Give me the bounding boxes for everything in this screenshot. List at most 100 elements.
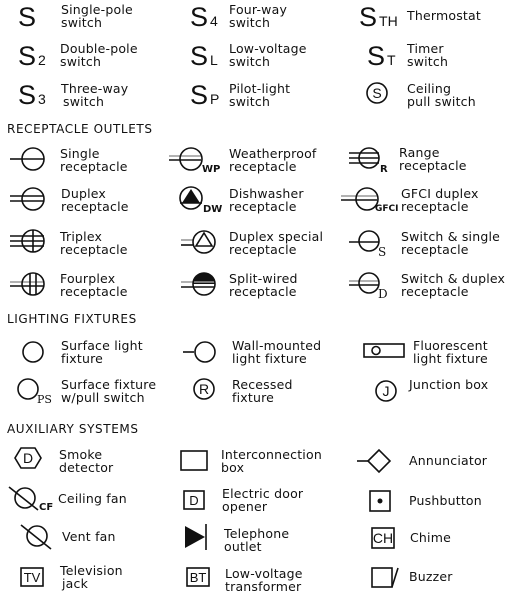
label-line-1: Annunciator bbox=[409, 453, 488, 468]
label-line-2: light fixture bbox=[413, 351, 488, 366]
switch-duplex-receptacle-label: Switch & duplex receptacle bbox=[401, 272, 505, 298]
low-voltage-switch-label: Low-voltage switch bbox=[229, 42, 307, 68]
ceiling-fan-icon: CF bbox=[8, 486, 53, 513]
low-voltage-transformer-icon: BT bbox=[186, 567, 210, 587]
label-line-2: w/pull switch bbox=[61, 390, 145, 405]
dishwasher-receptacle-label: Dishwasher receptacle bbox=[229, 187, 304, 213]
switch-subscript: T bbox=[387, 52, 396, 68]
label-line-2: receptacle bbox=[60, 284, 128, 299]
fixture-subscript: PS bbox=[37, 393, 52, 406]
label-line-2: outlet bbox=[224, 539, 262, 554]
duplex-receptacle-label: Duplex receptacle bbox=[61, 187, 129, 213]
circled-letter: J bbox=[383, 383, 390, 399]
label-line-2: light fixture bbox=[232, 351, 307, 366]
dishwasher-receptacle-icon: DW bbox=[179, 186, 222, 215]
three-way-switch-label: Three-way switch bbox=[61, 82, 128, 108]
chime-icon: CH bbox=[371, 527, 395, 549]
ceiling-pull-switch-icon: S bbox=[366, 82, 388, 104]
four-way-switch-symbol: S4 bbox=[190, 4, 218, 31]
label-line-1: Chime bbox=[410, 530, 451, 545]
label-line-2: switch bbox=[229, 94, 271, 109]
single-pole-switch-label: Single-pole switch bbox=[61, 3, 133, 29]
smoke-detector-icon: D bbox=[14, 447, 42, 469]
label-line-2: box bbox=[221, 460, 245, 475]
weatherproof-receptacle-icon: WP bbox=[169, 147, 220, 175]
label-line-2: transformer bbox=[225, 579, 302, 594]
triplex-receptacle-label: Triplex receptacle bbox=[60, 230, 128, 256]
low-voltage-switch-symbol: SL bbox=[190, 43, 218, 70]
thermostat-label: Thermostat bbox=[407, 9, 481, 22]
surface-fixture-pull-switch-label: Surface fixture w/pull switch bbox=[61, 378, 156, 404]
chime-label: Chime bbox=[410, 531, 451, 544]
box-letter: D bbox=[23, 450, 33, 466]
split-wired-receptacle-icon bbox=[181, 272, 216, 296]
label-line-2: receptacle bbox=[401, 199, 469, 214]
split-wired-receptacle-label: Split-wired receptacle bbox=[229, 272, 298, 298]
double-pole-switch-label: Double-pole switch bbox=[60, 42, 138, 68]
vent-fan-icon bbox=[20, 524, 52, 550]
label-line-1: Vent fan bbox=[62, 529, 116, 544]
duplex-special-receptacle-icon bbox=[181, 230, 216, 254]
surface-fixture-pull-switch-icon: PS bbox=[17, 378, 52, 406]
label-line-2: switch bbox=[407, 54, 449, 69]
double-pole-switch-symbol: S2 bbox=[18, 43, 46, 70]
gfci-duplex-receptacle-label: GFCI duplex receptacle bbox=[401, 187, 479, 213]
label-line-2: fixture bbox=[61, 351, 104, 366]
label-line-2: pull switch bbox=[407, 94, 476, 109]
switch-letter: S bbox=[367, 41, 386, 71]
label-line-2: receptacle bbox=[229, 199, 297, 214]
pushbutton-icon bbox=[369, 490, 391, 512]
label-line-2: jack bbox=[62, 576, 89, 591]
label-line-1: Ceiling fan bbox=[58, 491, 127, 506]
recessed-fixture-icon: R bbox=[193, 378, 215, 400]
label-line-2: switch bbox=[229, 15, 271, 30]
auxiliary-systems-heading: AUXILIARY SYSTEMS bbox=[7, 422, 139, 436]
triplex-receptacle-icon bbox=[10, 229, 45, 253]
label-line-2: receptacle bbox=[60, 242, 128, 257]
switch-letter: S bbox=[18, 80, 37, 110]
junction-box-icon: J bbox=[375, 380, 397, 402]
fan-subscript: CF bbox=[39, 502, 53, 513]
label-line-2: opener bbox=[222, 499, 268, 514]
label-line-2: detector bbox=[59, 460, 114, 475]
telephone-outlet-icon bbox=[185, 524, 207, 550]
single-pole-switch-symbol: S bbox=[18, 4, 36, 31]
lighting-fixtures-heading: LIGHTING FIXTURES bbox=[7, 312, 137, 326]
receptacle-outlets-heading: RECEPTACLE OUTLETS bbox=[7, 122, 153, 136]
vent-fan-label: Vent fan bbox=[62, 530, 116, 543]
pilot-light-switch-label: Pilot-light switch bbox=[229, 82, 290, 108]
label-line-1: Thermostat bbox=[407, 8, 481, 23]
duplex-special-receptacle-label: Duplex special receptacle bbox=[229, 230, 323, 256]
box-letter: CH bbox=[373, 530, 393, 546]
switch-letter: S bbox=[18, 2, 37, 32]
label-line-2: fixture bbox=[232, 390, 275, 405]
switch-duplex-receptacle-icon: D bbox=[349, 272, 388, 301]
switch-letter: S bbox=[190, 80, 209, 110]
single-receptacle-icon bbox=[10, 147, 45, 171]
television-jack-label: Television jack bbox=[60, 564, 123, 590]
switch-subscript: L bbox=[210, 52, 218, 68]
duplex-receptacle-icon bbox=[10, 187, 45, 211]
low-voltage-transformer-label: Low-voltage transformer bbox=[225, 567, 303, 593]
label-line-2: switch bbox=[61, 15, 103, 30]
switch-single-receptacle-icon: S bbox=[349, 230, 386, 259]
label-line-2: switch bbox=[63, 94, 105, 109]
receptacle-subscript: D bbox=[378, 287, 388, 301]
surface-light-fixture-icon bbox=[22, 341, 44, 363]
box-letter: BT bbox=[190, 570, 207, 585]
label-line-1: Junction box bbox=[409, 377, 489, 392]
interconnection-box-icon bbox=[180, 450, 208, 471]
recessed-fixture-label: Recessed fixture bbox=[232, 378, 293, 404]
label-line-2: receptacle bbox=[61, 199, 129, 214]
switch-letter: S bbox=[190, 2, 209, 32]
switch-subscript: P bbox=[210, 91, 220, 107]
receptacle-subscript: DW bbox=[203, 204, 222, 215]
receptacle-subscript: S bbox=[378, 245, 386, 259]
label-line-2: receptacle bbox=[401, 284, 469, 299]
television-jack-icon: TV bbox=[20, 567, 44, 587]
junction-box-label: Junction box bbox=[409, 378, 488, 391]
timer-switch-label: Timer switch bbox=[407, 42, 448, 68]
single-receptacle-label: Single receptacle bbox=[60, 147, 128, 173]
box-letter: TV bbox=[24, 570, 41, 585]
circled-letter: R bbox=[199, 381, 209, 397]
